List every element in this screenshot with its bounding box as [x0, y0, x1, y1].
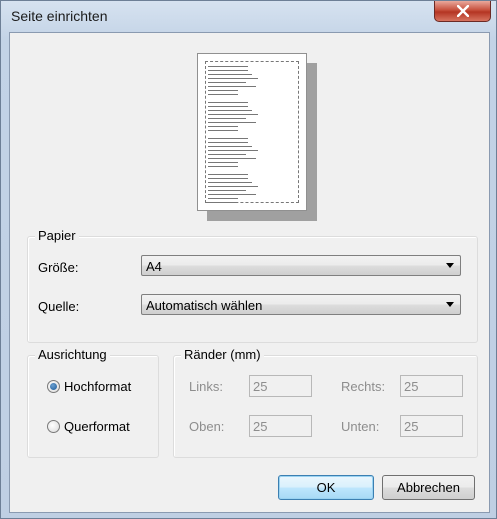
preview-text-line [208, 114, 258, 115]
size-label: Größe: [38, 260, 79, 275]
portrait-label[interactable]: Hochformat [64, 379, 131, 394]
preview-text-line [208, 70, 248, 71]
window-title: Seite einrichten [11, 8, 108, 24]
margin-bottom-label: Unten: [341, 419, 380, 434]
source-select[interactable]: Automatisch wählen [141, 294, 461, 315]
preview-text-line [208, 154, 246, 155]
preview-text-line [208, 158, 256, 159]
preview-text-line [208, 78, 258, 79]
margin-left-field: 25 [249, 375, 312, 397]
preview-text-line [208, 150, 258, 151]
preview-text-line [208, 190, 246, 191]
margin-top-field: 25 [249, 415, 312, 437]
page-preview-sheet [197, 53, 307, 211]
preview-text-line [208, 122, 256, 123]
landscape-label[interactable]: Querformat [64, 419, 130, 434]
preview-text-line [208, 74, 252, 75]
source-select-value: Automatisch wählen [146, 298, 263, 313]
margin-right-value: 25 [404, 379, 419, 394]
chevron-down-icon [446, 302, 454, 307]
preview-text-line [208, 118, 246, 119]
preview-text-line [208, 106, 248, 107]
preview-text-line [208, 166, 238, 167]
preview-text-line [208, 194, 256, 195]
margins-group [173, 355, 478, 458]
margin-right-label: Rechts: [341, 379, 386, 394]
paper-legend: Papier [35, 228, 79, 243]
margin-bottom-value: 25 [404, 419, 419, 434]
preview-text-line [208, 130, 238, 131]
preview-text-line [208, 86, 256, 87]
margin-top-value: 25 [253, 419, 268, 434]
dialog-window: Seite einrichten Papier Größe: A4 Quelle… [0, 0, 497, 519]
paper-group [27, 236, 478, 343]
margin-top-label: Oben: [189, 419, 225, 434]
margin-right-field: 25 [400, 375, 463, 397]
margin-left-label: Links: [189, 379, 223, 394]
preview-text-line [208, 182, 252, 183]
preview-text-line [208, 178, 248, 179]
preview-text-line [208, 138, 248, 139]
preview-text-line [208, 186, 258, 187]
margin-bottom-field: 25 [400, 415, 463, 437]
preview-text-line [208, 142, 248, 143]
preview-text-line [208, 198, 238, 199]
landscape-radio[interactable] [47, 420, 60, 433]
close-button[interactable] [434, 1, 491, 22]
orientation-group [27, 355, 159, 458]
preview-text-line [208, 90, 238, 91]
size-select-value: A4 [146, 259, 162, 274]
margin-left-value: 25 [253, 379, 268, 394]
preview-text-line [208, 66, 248, 67]
dialog-client-area: Papier Größe: A4 Quelle: Automatisch wäh… [9, 32, 490, 513]
margins-legend: Ränder (mm) [181, 347, 264, 362]
preview-text-line [208, 174, 248, 175]
ok-button[interactable]: OK [278, 475, 374, 500]
preview-text-line [208, 82, 246, 83]
portrait-radio[interactable] [47, 380, 60, 393]
orientation-legend: Ausrichtung [35, 347, 110, 362]
chevron-down-icon [446, 263, 454, 268]
preview-text-line [208, 94, 238, 95]
cancel-button[interactable]: Abbrechen [382, 475, 475, 500]
close-icon [456, 5, 469, 17]
preview-text-line [208, 162, 238, 163]
source-label: Quelle: [38, 299, 80, 314]
preview-text-line [208, 102, 248, 103]
preview-text-line [208, 110, 252, 111]
preview-text-line [208, 202, 238, 203]
preview-text-line [208, 146, 252, 147]
size-select[interactable]: A4 [141, 255, 461, 276]
preview-text-line [208, 126, 238, 127]
